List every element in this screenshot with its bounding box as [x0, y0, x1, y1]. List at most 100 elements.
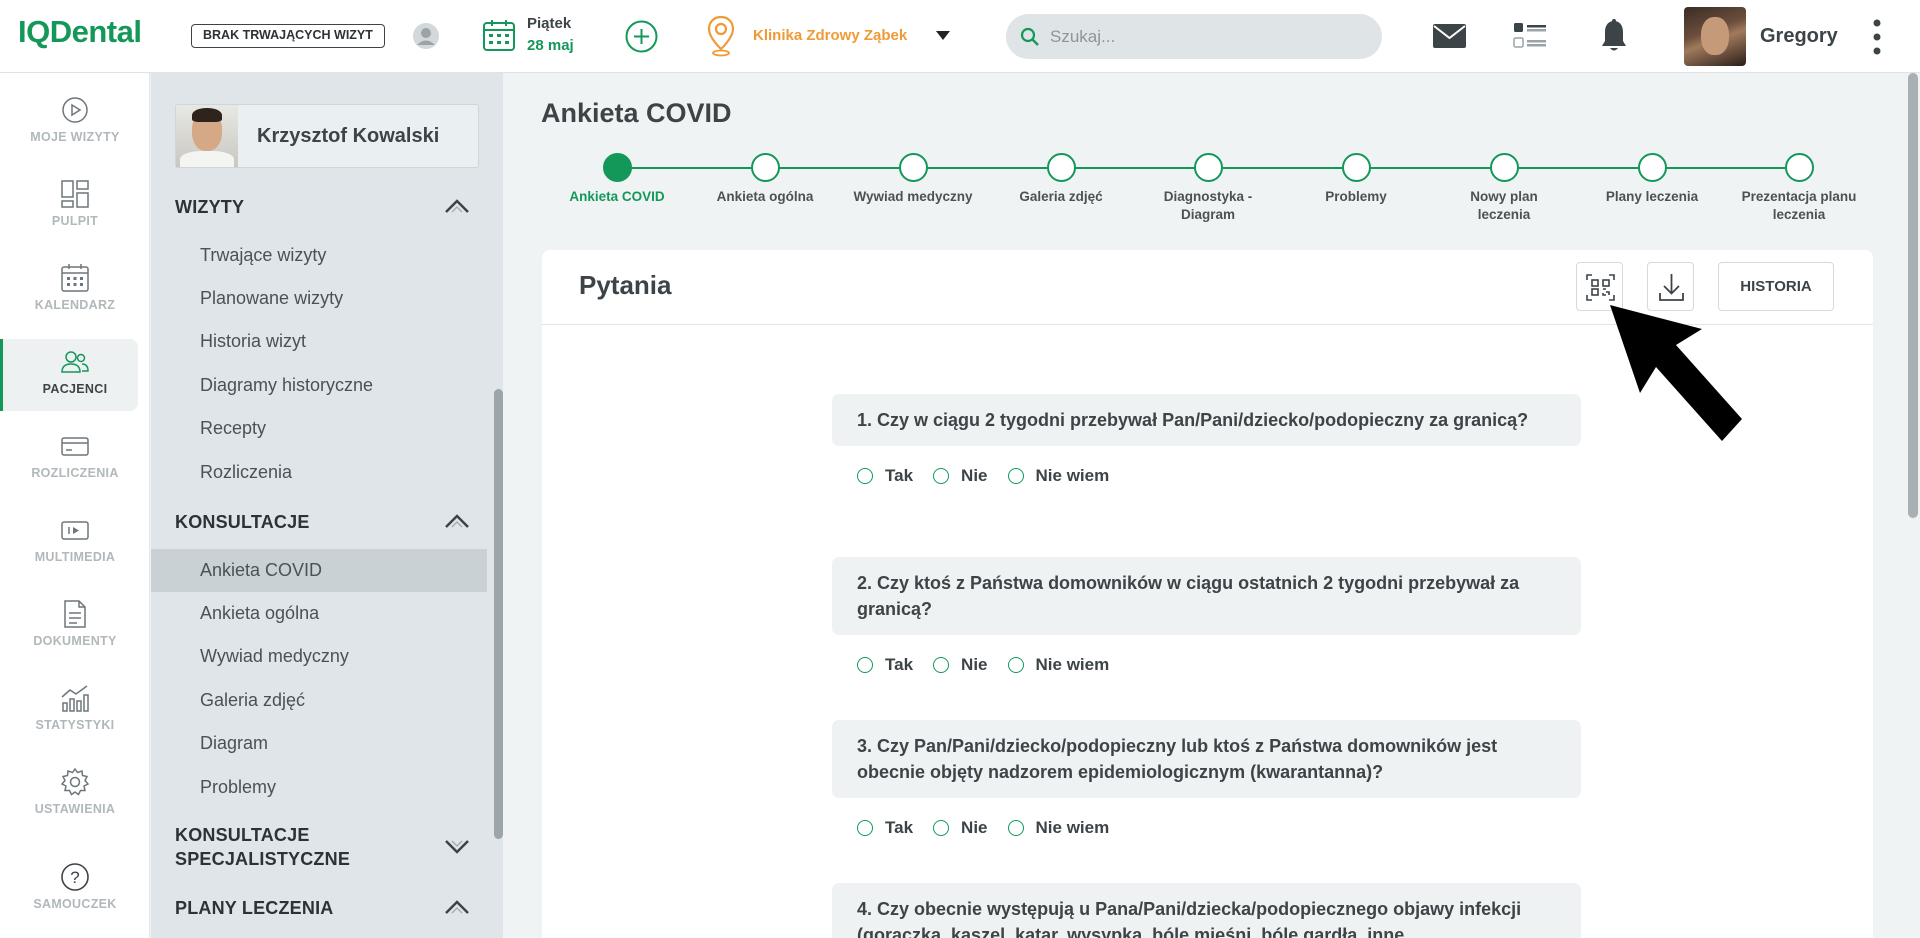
nav-dokumenty[interactable]: DOKUMENTY — [0, 591, 138, 663]
patient-name: Krzysztof Kowalski — [257, 125, 440, 147]
sidebar-item-planowane-wizyty[interactable]: Planowane wizyty — [151, 277, 487, 320]
nav-statystyki[interactable]: STATYSTYKI — [0, 675, 138, 747]
sidebar-item-wywiad-medyczny[interactable]: Wywiad medyczny — [151, 635, 487, 678]
radio-button[interactable] — [933, 657, 950, 673]
step-label: Problemy — [1325, 189, 1387, 204]
sidebar-item-rozliczenia[interactable]: Rozliczenia — [151, 451, 487, 494]
sidebar-item-problemy[interactable]: Problemy — [151, 766, 487, 809]
chevron-down-icon[interactable] — [936, 31, 950, 40]
step-diagnostyka-diagram[interactable]: Diagnostyka - Diagram — [1138, 153, 1278, 224]
step-label: Diagnostyka - Diagram — [1163, 189, 1253, 222]
calendar-icon[interactable] — [482, 18, 516, 52]
sidebar-item-historia-wizyt[interactable]: Historia wizyt — [151, 320, 487, 363]
sidebar-item-recepty[interactable]: Recepty — [151, 407, 487, 450]
sidebar-item-diagramy-historyczne[interactable]: Diagramy historyczne — [151, 364, 487, 407]
history-button[interactable]: HISTORIA — [1718, 262, 1834, 311]
section-konsultacje[interactable]: KONSULTACJE — [175, 510, 310, 534]
step-dot — [1046, 153, 1076, 182]
sidebar-item-trwajace-wizyty[interactable]: Trwające wizyty — [151, 234, 487, 277]
username[interactable]: Gregory — [1760, 25, 1838, 48]
more-menu-icon[interactable] — [1870, 18, 1884, 56]
option-nie[interactable]: Nie — [933, 655, 988, 675]
app-logo[interactable]: IQDental — [18, 14, 142, 50]
help-icon: ? — [61, 863, 89, 891]
pointer-arrow-icon — [1610, 305, 1742, 441]
chevron-up-icon[interactable] — [444, 899, 470, 915]
radio-button[interactable] — [1007, 657, 1024, 673]
download-button[interactable] — [1647, 262, 1694, 311]
user-avatar[interactable] — [1684, 7, 1746, 66]
option-tak[interactable]: Tak — [857, 466, 913, 486]
task-list-icon[interactable] — [1513, 22, 1547, 50]
radio-button[interactable] — [1007, 468, 1024, 484]
sidebar-item-ankieta-covid[interactable]: Ankieta COVID — [151, 549, 487, 592]
step-ankieta-covid[interactable]: Ankieta COVID — [547, 153, 687, 206]
section-title-line: KONSULTACJE — [175, 825, 310, 845]
nav-rozliczenia[interactable]: ROZLICZENIA — [0, 423, 138, 495]
patient-card[interactable]: Krzysztof Kowalski — [175, 104, 479, 168]
search-input[interactable] — [1050, 26, 1350, 47]
bell-icon[interactable] — [1600, 19, 1628, 53]
clinic-selector[interactable]: Klinika Zdrowy Ząbek — [753, 27, 907, 44]
sidebar-item-ankieta-ogolna[interactable]: Ankieta ogólna — [151, 592, 487, 635]
radio-button[interactable] — [857, 468, 873, 484]
section-wizyty[interactable]: WIZYTY — [175, 195, 244, 219]
chevron-up-icon[interactable] — [444, 513, 470, 529]
step-galeria-zdjec[interactable]: Galeria zdjęć — [991, 153, 1131, 206]
visit-status-badge[interactable]: BRAK TRWAJĄCYCH WIZYT — [191, 24, 385, 48]
nav-label: STATYSTYKI — [35, 718, 115, 732]
option-nie-wiem[interactable]: Nie wiem — [1007, 818, 1109, 838]
step-label: Plany leczenia — [1605, 189, 1699, 204]
option-tak[interactable]: Tak — [857, 655, 913, 675]
nav-kalendarz[interactable]: KALENDARZ — [0, 255, 138, 327]
option-tak[interactable]: Tak — [857, 818, 913, 838]
qr-scan-button[interactable] — [1576, 262, 1623, 311]
radio-button[interactable] — [933, 468, 950, 484]
step-nowy-plan-leczenia[interactable]: Nowy plan leczenia — [1434, 153, 1574, 224]
nav-samouczek[interactable]: ? SAMOUCZEK — [0, 854, 138, 926]
main-scrollbar[interactable] — [1908, 73, 1918, 518]
answer-options: Tak Nie Nie wiem — [832, 466, 1581, 486]
step-plany-leczenia[interactable]: Plany leczenia — [1582, 153, 1722, 206]
option-nie-wiem[interactable]: Nie wiem — [1007, 466, 1109, 486]
patient-photo — [176, 105, 238, 167]
top-bar: IQDental BRAK TRWAJĄCYCH WIZYT Piątek 28… — [0, 0, 1920, 73]
question-text: 2. Czy ktoś z Państwa domowników w ciągu… — [832, 557, 1581, 635]
step-dot — [1784, 153, 1814, 182]
nav-moje-wizyty[interactable]: MOJE WIZYTY — [0, 87, 138, 159]
radio-button[interactable] — [857, 820, 873, 836]
radio-button[interactable] — [857, 657, 873, 673]
sidebar-item-diagram[interactable]: Diagram — [151, 722, 487, 765]
option-nie-wiem[interactable]: Nie wiem — [1007, 655, 1109, 675]
statistics-icon — [61, 685, 89, 712]
nav-pacjenci[interactable]: PACJENCI — [0, 339, 138, 411]
section-konsultacje-specjalistyczne[interactable]: KONSULTACJE SPECJALISTYCZNE — [175, 823, 350, 871]
date-day: Piątek — [527, 15, 572, 32]
nav-ustawienia[interactable]: USTAWIENIA — [0, 759, 138, 831]
step-ankieta-ogolna[interactable]: Ankieta ogólna — [695, 153, 835, 206]
nav-multimedia[interactable]: MULTIMEDIA — [0, 507, 138, 579]
option-nie[interactable]: Nie — [933, 466, 988, 486]
step-wywiad-medyczny[interactable]: Wywiad medyczny — [843, 153, 983, 206]
date-number: 28 maj — [527, 37, 574, 54]
sidebar-item-galeria-zdjec[interactable]: Galeria zdjęć — [151, 679, 487, 722]
step-prezentacja-planu-leczenia[interactable]: Prezentacja planu leczenia — [1729, 153, 1869, 224]
nav-pulpit[interactable]: PULPIT — [0, 171, 138, 243]
option-nie[interactable]: Nie — [933, 818, 988, 838]
step-problemy[interactable]: Problemy — [1286, 153, 1426, 206]
step-label: Ankieta COVID — [569, 189, 665, 204]
add-icon[interactable] — [625, 20, 658, 53]
sidebar-scrollbar[interactable] — [494, 389, 503, 839]
step-label: Wywiad medyczny — [853, 189, 973, 204]
radio-button[interactable] — [933, 820, 950, 836]
section-plany-leczenia[interactable]: PLANY LECZENIA — [175, 896, 333, 920]
patient-sidebar: Krzysztof Kowalski WIZYTY Trwające wizyt… — [151, 73, 503, 938]
mail-icon[interactable] — [1433, 24, 1466, 48]
consultation-stepper: Ankieta COVID Ankieta ogólna Wywiad medy… — [537, 153, 1897, 233]
play-circle-icon — [62, 97, 88, 123]
radio-button[interactable] — [1007, 820, 1024, 836]
search-bar[interactable] — [1006, 14, 1382, 59]
chevron-up-icon[interactable] — [444, 198, 470, 214]
chevron-down-icon[interactable] — [444, 839, 470, 855]
answer-options: Tak Nie Nie wiem — [832, 655, 1581, 675]
